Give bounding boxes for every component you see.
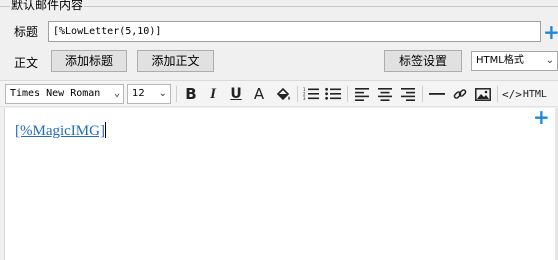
format-select[interactable]: HTML格式 ⌄ (471, 51, 558, 71)
tag-settings-button[interactable]: 标签设置 (384, 50, 462, 72)
horizontal-rule-icon[interactable] (427, 84, 447, 104)
font-size-value: 12 (132, 88, 145, 99)
editor-plus-icon[interactable]: + (533, 107, 550, 127)
add-title-button[interactable]: 添加标题 (51, 50, 127, 72)
underline-icon[interactable]: U (226, 84, 246, 104)
editor-toolbar: Times New Roman ⌄ 12 ⌄ B I U A 123 </> H… (0, 80, 558, 107)
source-label: HTML (522, 88, 547, 100)
code-icon[interactable]: </> HTML (502, 84, 548, 104)
text-caret (104, 122, 106, 138)
chevron-down-icon: ⌄ (545, 55, 554, 66)
chevron-down-icon: ⌄ (158, 88, 167, 99)
toolbar-separator (176, 86, 177, 102)
font-size-select[interactable]: 12 ⌄ (127, 84, 171, 104)
font-family-value: Times New Roman (10, 88, 101, 99)
toolbar-separator (297, 86, 298, 102)
add-title-plus-icon[interactable]: + (543, 22, 558, 42)
align-right-icon[interactable] (398, 84, 418, 104)
editor-content[interactable]: [%MagicIMG] (15, 122, 106, 140)
paint-bucket-icon[interactable] (273, 84, 293, 104)
font-family-select[interactable]: Times New Roman ⌄ (5, 84, 124, 104)
chevron-down-icon: ⌄ (113, 88, 120, 99)
group-title: 默认邮件内容 (10, 0, 85, 13)
link-icon[interactable] (450, 84, 470, 104)
unordered-list-icon[interactable] (323, 84, 343, 104)
format-select-value: HTML格式 (476, 55, 524, 66)
italic-icon[interactable]: I (203, 84, 223, 104)
editor-area[interactable]: [%MagicIMG] (4, 108, 558, 260)
bold-icon[interactable]: B (181, 84, 201, 104)
body-label: 正文 (14, 56, 39, 70)
toolbar-separator (422, 86, 423, 102)
align-left-icon[interactable] (352, 84, 372, 104)
ordered-list-icon[interactable]: 123 (301, 84, 321, 104)
image-icon[interactable] (473, 84, 493, 104)
toolbar-separator (347, 86, 348, 102)
title-label: 标题 (14, 25, 39, 39)
add-body-button[interactable]: 添加正文 (137, 50, 214, 72)
svg-text:3: 3 (303, 96, 306, 101)
align-center-icon[interactable] (375, 84, 395, 104)
toolbar-separator (497, 86, 498, 102)
magic-img-tag[interactable]: [%MagicIMG] (15, 123, 105, 139)
font-color-icon[interactable]: A (249, 84, 269, 104)
title-input[interactable]: [%LowLetter(5,10)] (48, 21, 541, 42)
